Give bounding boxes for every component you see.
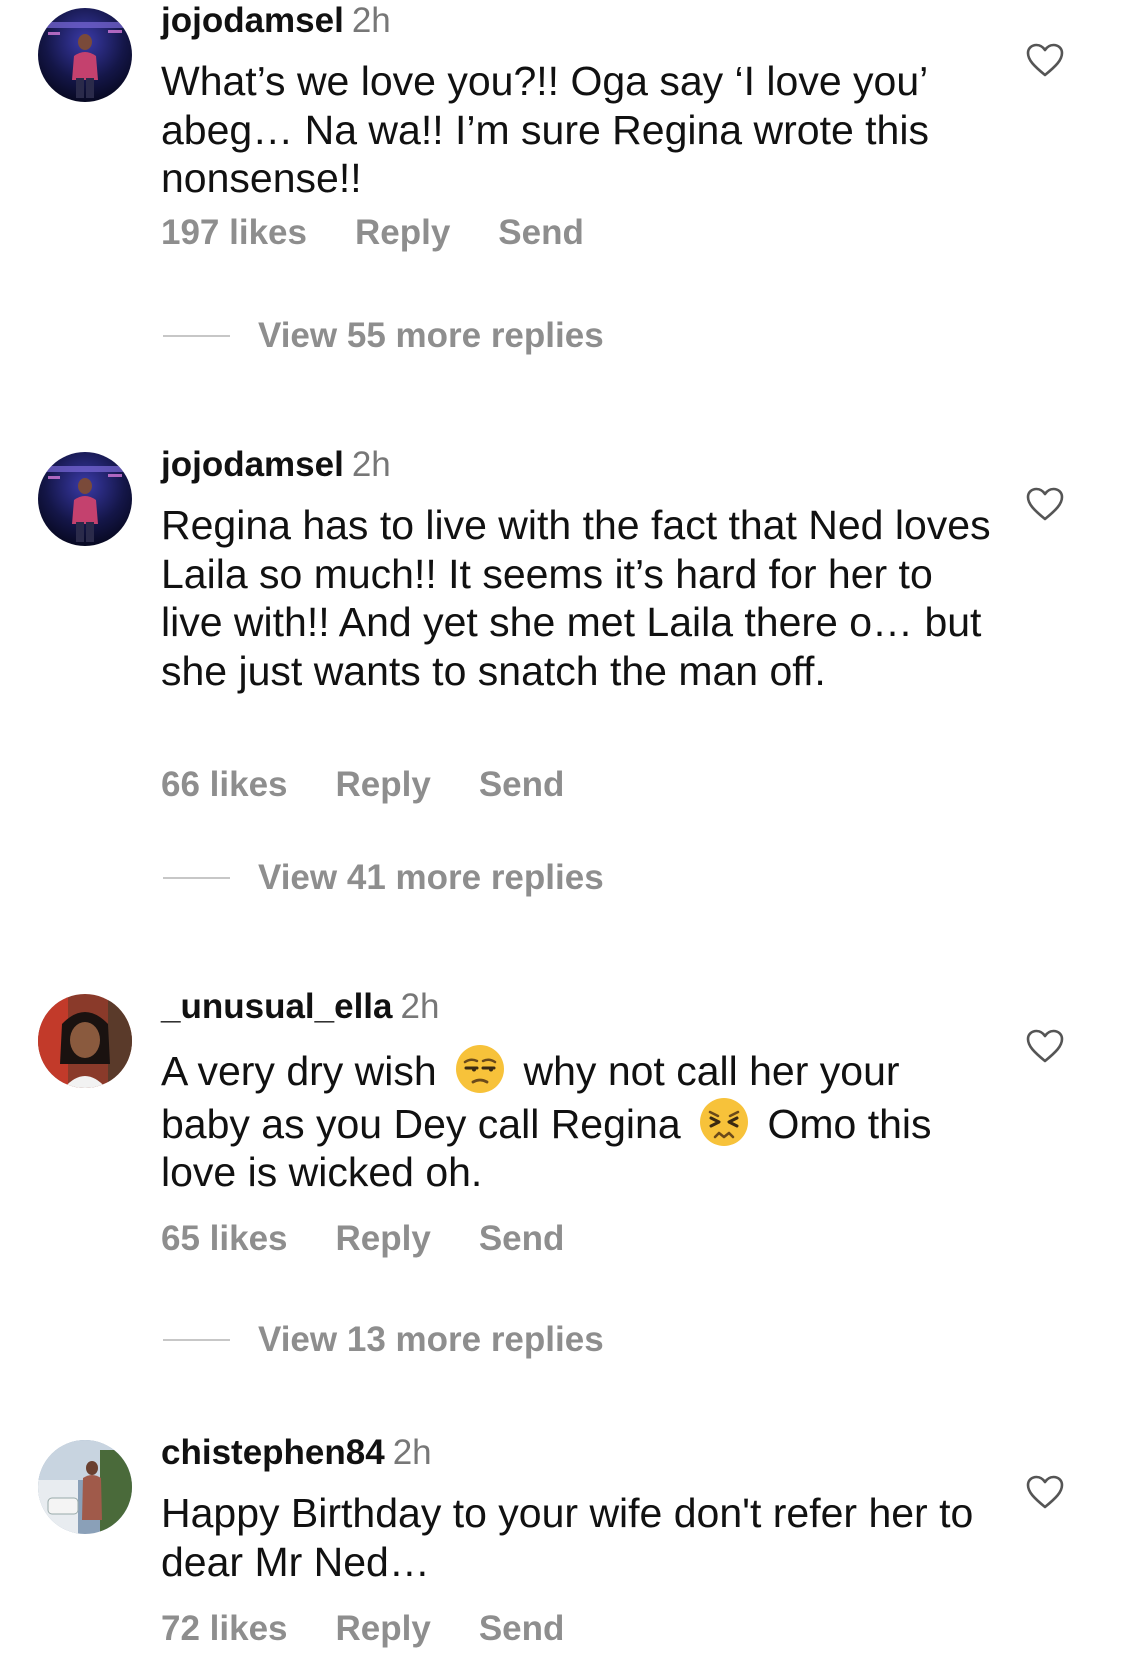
timestamp: 2h — [351, 445, 391, 484]
send-button[interactable]: Send — [479, 764, 565, 806]
likes-count[interactable]: 72 likes — [161, 1608, 288, 1650]
comment-header: chistephen84 2h — [161, 1432, 432, 1474]
avatar[interactable] — [38, 1440, 132, 1534]
likes-count[interactable]: 66 likes — [161, 764, 288, 806]
username-link[interactable]: _unusual_ella — [161, 987, 392, 1026]
comment-text: What’s we love you?!! Oga say ‘I love yo… — [161, 58, 929, 201]
comment-text: Happy Birthday to your wife don't refer … — [161, 1490, 974, 1585]
send-button[interactable]: Send — [498, 212, 584, 254]
likes-count[interactable]: 65 likes — [161, 1218, 288, 1260]
username-link[interactable]: jojodamsel — [161, 1, 344, 40]
unamused-face-emoji — [454, 1043, 506, 1095]
view-replies-label[interactable]: View 13 more replies — [258, 1318, 604, 1362]
view-replies-label[interactable]: View 41 more replies — [258, 856, 604, 900]
username-link[interactable]: jojodamsel — [161, 445, 344, 484]
reply-divider-line — [163, 335, 230, 337]
reply-button[interactable]: Reply — [336, 1218, 431, 1260]
heart-icon[interactable] — [1025, 1028, 1065, 1064]
likes-count[interactable]: 197 likes — [161, 212, 307, 254]
comment-header: jojodamsel 2h — [161, 0, 391, 42]
comment-header: jojodamsel 2h — [161, 444, 391, 486]
heart-icon[interactable] — [1025, 1474, 1065, 1510]
comment-text: Regina has to live with the fact that Ne… — [161, 502, 991, 694]
reply-divider-line — [163, 877, 230, 879]
username-link[interactable]: chistephen84 — [161, 1433, 385, 1472]
send-button[interactable]: Send — [479, 1608, 565, 1650]
comment-text-segment: A very dry wish — [161, 1048, 437, 1094]
persevering-face-emoji — [698, 1096, 750, 1148]
reply-button[interactable]: Reply — [355, 212, 450, 254]
send-button[interactable]: Send — [479, 1218, 565, 1260]
reply-button[interactable]: Reply — [336, 764, 431, 806]
comment-actions: 66 likes Reply Send — [161, 764, 564, 806]
comment-text: A very dry wish why not call her your ba… — [161, 1043, 991, 1197]
comment-actions: 197 likes Reply Send — [161, 212, 584, 254]
timestamp: 2h — [392, 1433, 432, 1472]
comment-actions: 72 likes Reply Send — [161, 1608, 564, 1650]
avatar[interactable] — [38, 8, 132, 102]
avatar[interactable] — [38, 994, 132, 1088]
comment-header: _unusual_ella 2h — [161, 986, 439, 1028]
heart-icon[interactable] — [1025, 42, 1065, 78]
heart-icon[interactable] — [1025, 486, 1065, 522]
view-replies-label[interactable]: View 55 more replies — [258, 314, 604, 358]
reply-button[interactable]: Reply — [336, 1608, 431, 1650]
avatar[interactable] — [38, 452, 132, 546]
timestamp: 2h — [351, 1, 391, 40]
reply-divider-line — [163, 1339, 230, 1341]
comment-actions: 65 likes Reply Send — [161, 1218, 564, 1260]
timestamp: 2h — [400, 987, 440, 1026]
